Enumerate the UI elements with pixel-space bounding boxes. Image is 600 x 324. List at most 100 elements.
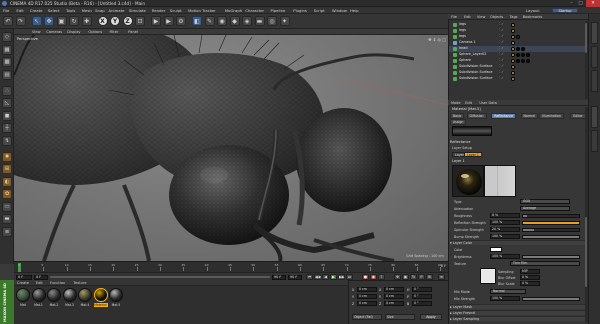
object-tag-icon[interactable] <box>516 58 520 63</box>
solo-icon[interactable]: ◐ <box>2 176 12 187</box>
object-tag-icon[interactable] <box>511 46 515 51</box>
object-menu-objects[interactable]: Objects <box>490 15 503 19</box>
attribute-menu-user-data[interactable]: User Data <box>479 101 496 105</box>
object-tag-icon[interactable] <box>511 28 515 33</box>
object-row[interactable]: Subdivision Surface ⁚ ✓ <box>449 70 587 76</box>
pla-key-icon[interactable]: ⊞ <box>426 274 433 280</box>
property-field[interactable]: 100 % <box>490 220 520 226</box>
locked-workplane-icon[interactable]: ▬ <box>2 214 12 224</box>
material-ball[interactable] <box>31 288 46 302</box>
structure-tab[interactable] <box>591 70 598 92</box>
object-row[interactable]: legs ⁚ ✓ <box>449 28 587 34</box>
material-name[interactable]: Mat.5 <box>109 303 123 307</box>
maximize-icon[interactable]: □ <box>576 0 585 7</box>
layer-1-button[interactable]: Layer 1 <box>464 152 482 157</box>
texture-dropdown[interactable]: Thin Film <box>510 261 580 267</box>
object-tag-icon[interactable] <box>526 58 530 63</box>
object-tag-icon[interactable] <box>526 52 530 57</box>
menu-help[interactable]: Help <box>350 8 359 13</box>
attribute-menu-edit[interactable]: Edit <box>465 101 472 105</box>
coord-position-field[interactable]: 0 cm <box>357 294 377 299</box>
object-name[interactable]: Sphere <box>459 58 471 62</box>
viewport-menu-display[interactable]: Display <box>67 30 80 34</box>
object-row[interactable]: Subdivision Surface ⁚ ✓ <box>449 76 587 82</box>
object-name[interactable]: Subdivision Surface <box>459 64 492 68</box>
visibility-dots-icon[interactable]: ⁚ ✓ <box>499 76 504 80</box>
rotation-key-icon[interactable]: ↻ <box>410 274 417 280</box>
object-name[interactable]: Subdivision Surface <box>459 76 492 80</box>
menu-render[interactable]: Render <box>152 8 166 13</box>
sculpt-icon[interactable]: ✿ <box>2 189 12 199</box>
viewport-menu-view[interactable]: View <box>32 30 41 34</box>
undo-icon[interactable]: ↶ <box>3 16 13 26</box>
menu-edit[interactable]: Edit <box>16 8 23 13</box>
apply-button[interactable]: Apply <box>420 314 442 320</box>
brightness-field[interactable]: 100 % <box>490 254 520 260</box>
property-slider[interactable] <box>522 221 580 225</box>
workplane-lock-icon[interactable]: ⊞ <box>2 164 12 174</box>
objects-tab[interactable] <box>591 22 598 44</box>
material-menu-function[interactable]: Function <box>50 281 65 285</box>
planar-workplane-icon[interactable]: ▭ <box>2 201 12 212</box>
current-frame-field[interactable]: 0 F <box>34 274 48 280</box>
object-row[interactable]: legs ⁚ ✓ <box>449 22 587 28</box>
layout-dropdown[interactable]: Startup <box>552 8 578 14</box>
material-ball[interactable] <box>109 288 123 302</box>
brightness-slider[interactable] <box>522 255 580 259</box>
object-name[interactable]: legs <box>459 34 466 38</box>
prev-frame-icon[interactable]: ◀ <box>322 274 329 280</box>
visibility-dots-icon[interactable]: ⁚ ✓ <box>499 70 504 74</box>
render-view-icon[interactable]: ▶ <box>151 16 161 26</box>
material-ball[interactable] <box>78 288 92 302</box>
texture-mode-icon[interactable]: ▩ <box>2 57 12 67</box>
prev-key-icon[interactable]: ◀◀ <box>314 274 321 280</box>
viewport-perspective[interactable]: Perspective ✥ ⇕ ◎ ▢ <box>14 35 448 261</box>
spline-pen-icon[interactable]: ✎ <box>204 16 215 26</box>
content-browser-tab[interactable] <box>591 46 598 68</box>
menu-window[interactable]: Window <box>332 8 347 13</box>
menu-tools[interactable]: Tools <box>66 8 75 13</box>
object-tag-icon[interactable] <box>521 46 525 51</box>
scale-key-icon[interactable]: ▣ <box>402 274 409 280</box>
menu-plugins[interactable]: Plugins <box>293 8 307 13</box>
snap-icon[interactable]: ✸ <box>2 151 12 162</box>
visibility-dots-icon[interactable]: ⁚ ✓ <box>499 34 504 38</box>
start-frame-field[interactable]: 0 F <box>16 274 32 280</box>
color-swatch[interactable] <box>490 247 502 253</box>
coord-mode-dropdown[interactable]: Object (Rel) <box>352 314 382 320</box>
property-dropdown[interactable]: Average <box>520 206 570 212</box>
mix-strength-field[interactable]: 100 % <box>490 296 520 302</box>
object-tag-icon[interactable] <box>516 46 520 51</box>
minimize-icon[interactable]: – <box>567 0 576 7</box>
material-menu-edit[interactable]: Edit <box>36 281 43 285</box>
object-tag-icon[interactable] <box>516 34 520 39</box>
layer-mask-header[interactable]: ▸ Layer Mask <box>450 304 586 309</box>
object-name[interactable]: legs <box>459 22 466 26</box>
record-icon[interactable]: ● <box>362 274 369 280</box>
coord-rotation-field[interactable]: 0 ° <box>412 287 432 292</box>
material-ball[interactable] <box>16 288 30 302</box>
menu-mesh[interactable]: Mesh <box>82 8 92 13</box>
workplane-icon[interactable]: ▤ <box>2 69 12 80</box>
render-picture-viewer-icon[interactable]: ▶ <box>163 16 174 26</box>
object-name[interactable]: Camera.1 <box>459 40 476 44</box>
property-field[interactable]: 20 % <box>490 227 520 233</box>
property-slider[interactable] <box>522 228 580 232</box>
material-menu-texture[interactable]: Texture <box>73 281 86 285</box>
play-icon[interactable]: ▶ <box>330 274 337 280</box>
object-row[interactable]: legs ⁚ ✓ <box>449 34 587 40</box>
object-tag-icon[interactable] <box>511 64 515 69</box>
position-key-icon[interactable]: ✥ <box>394 274 401 280</box>
render-settings-icon[interactable]: ⚙ <box>176 16 186 26</box>
menu-sculpt[interactable]: Sculpt <box>170 8 182 13</box>
menu-script[interactable]: Script <box>314 8 325 13</box>
object-tag-icon[interactable] <box>511 22 515 27</box>
object-tag-icon[interactable] <box>516 52 520 57</box>
object-name[interactable]: Subdivision Surface <box>459 70 492 74</box>
coord-rotation-field[interactable]: 0 ° <box>412 294 432 299</box>
object-tag-icon[interactable] <box>511 58 515 63</box>
object-tag-icon[interactable] <box>511 76 515 81</box>
tweak-icon[interactable]: ↯ <box>2 135 12 146</box>
object-menu-bookmarks[interactable]: Bookmarks <box>523 15 543 19</box>
scale-icon[interactable]: ▣ <box>56 16 67 26</box>
